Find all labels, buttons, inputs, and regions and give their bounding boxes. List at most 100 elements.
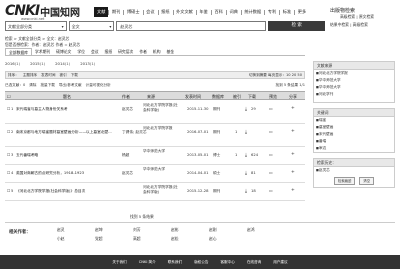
toolbar-action[interactable]: 已选文献：0 (5, 83, 25, 88)
download-icon[interactable]: ⤓ (245, 152, 247, 158)
row-author[interactable]: 丁健伟; 赵灵芯 (122, 130, 147, 135)
download-icon[interactable]: ⤓ (245, 170, 247, 176)
row-source[interactable]: 河北北方学院学报(社会科学版) (143, 103, 181, 112)
col-date[interactable]: 发表时间 (185, 92, 201, 101)
col-check[interactable]: ☐ (7, 92, 11, 101)
keyword-item[interactable]: ■ 宋代壁画 (314, 131, 394, 138)
year-filter-item[interactable]: 2014(1) (55, 61, 70, 66)
row-title-link[interactable]: 英国对商朝古的点研究分析，1918-1923 (16, 171, 84, 176)
sort-option[interactable]: 被引 (60, 73, 67, 78)
footer-link[interactable]: CNKI 简介 (139, 260, 156, 265)
share-icon[interactable]: + (291, 152, 295, 157)
nav-item[interactable]: 会议 (143, 7, 157, 17)
row-title-link[interactable]: 《河北北方学院学报(社会科学版)》总目次 (16, 189, 85, 194)
col-download[interactable]: 下载 (248, 92, 256, 101)
col-author[interactable]: 作者 (122, 92, 130, 101)
row-author[interactable]: 赵灵芯 (122, 107, 133, 112)
row-title-link[interactable]: 南宋京都与地方瑞雀题材墓室壁画分析——以上墓室北壁... (16, 130, 112, 135)
source-item[interactable]: ■ 华中师范大学 (314, 77, 394, 84)
nav-item[interactable]: 统计数据 (241, 7, 264, 17)
row-checkbox[interactable]: ☐ (7, 189, 10, 193)
history-button[interactable]: 检索痕迹 (333, 177, 356, 185)
toolbar-action[interactable]: 清除 (29, 83, 36, 88)
related-author[interactable]: 赵彬 (171, 227, 179, 233)
row-checkbox[interactable]: ☐ (7, 107, 10, 111)
footer-link[interactable]: 关于我们 (112, 260, 126, 265)
table-row[interactable]: ☐ 5 《河北北方学院学报(社会科学版)》总目次 河北北方学院学报(社会科学版) 201… (5, 183, 305, 201)
footer-link[interactable]: 版权公告 (194, 260, 208, 265)
related-author[interactable]: 刘芳 (133, 227, 141, 233)
db-tab[interactable]: 研究层次 (115, 48, 136, 55)
table-row[interactable]: ☐ 1 宋代瑞雀与墓主人物身份关系考 赵灵芯 河北北方学院学报(社会科学版) 2015-1… (5, 101, 305, 124)
keyword-item[interactable]: ■ 瑞雀 (314, 117, 394, 124)
advanced-links[interactable]: 结果中检索 | 高级检索 (330, 22, 368, 28)
col-read[interactable]: 预览 (269, 92, 277, 101)
db-tab[interactable]: 学位 (74, 48, 88, 55)
row-source[interactable]: 华中师范大学 (143, 149, 181, 154)
db-tab[interactable]: 全部数据库 (5, 48, 32, 55)
related-author[interactable]: 赵刚 (209, 227, 217, 233)
year-filter-item[interactable]: 2015(1) (30, 61, 45, 66)
share-icon[interactable]: + (291, 188, 295, 193)
nav-item[interactable]: 报纸 (158, 7, 172, 17)
col-title[interactable]: 题名 (63, 92, 71, 101)
source-item[interactable]: ■ 河北学刊 (314, 91, 394, 98)
view-options[interactable]: 切换到摘要 每页显示：10 20 50 (249, 72, 302, 79)
keyword-item[interactable]: ■ 审边 (314, 145, 394, 152)
read-icon[interactable]: ▭ (269, 153, 272, 157)
table-row[interactable]: ☐ 2 南宋京都与地方瑞雀题材墓室壁画分析——以上墓室北壁... 丁健伟; 赵灵芯 河北… (5, 124, 305, 147)
toolbar-action[interactable]: 批量下载 (40, 83, 54, 88)
db-tab[interactable]: 学术期刊 (32, 48, 53, 55)
nav-item[interactable]: 专利 (265, 7, 279, 17)
related-author[interactable]: 赵鸿 (247, 227, 255, 233)
col-cite[interactable]: 被引 (233, 92, 241, 101)
download-icon[interactable]: ⤓ (245, 129, 247, 135)
share-icon[interactable]: + (291, 170, 295, 175)
row-checkbox[interactable]: ☐ (7, 130, 10, 134)
org-links[interactable]: 高级检索 | 原文检索 (340, 14, 374, 20)
keyword-item[interactable]: ■ 番瑞 (314, 138, 394, 145)
related-author[interactable]: 小赵 (57, 236, 65, 242)
search-button[interactable]: 检 索 (268, 21, 325, 31)
share-icon[interactable]: + (291, 106, 295, 111)
footer-link[interactable]: 客服中心 (220, 260, 234, 265)
read-icon[interactable]: ▭ (269, 107, 272, 111)
cnki-logo[interactable]: CNKI 中国知网 www.cnki.net (5, 3, 80, 21)
row-author[interactable]: 赵灵芯 (122, 171, 133, 176)
db-tab[interactable]: 硕博论文 (53, 48, 74, 55)
col-source[interactable]: 来源 (147, 92, 155, 101)
row-checkbox[interactable]: ☐ (7, 171, 10, 175)
scope-select[interactable]: 文献全部分类 ▾ (5, 21, 67, 31)
db-tab[interactable]: 作者 (136, 48, 150, 55)
col-db[interactable]: 数据库 (212, 92, 224, 101)
row-cited-count[interactable]: 1 (235, 130, 237, 134)
row-source[interactable]: 河北北方学院学报(社会科学版) (143, 185, 181, 194)
row-checkbox[interactable]: ☐ (7, 153, 10, 157)
nav-item[interactable]: 外文文献 (173, 7, 196, 17)
db-tab[interactable]: 会议 (88, 48, 102, 55)
related-author[interactable]: 赵坤 (95, 227, 103, 233)
nav-item[interactable]: 年鉴 (196, 7, 210, 17)
nav-item[interactable]: 文献 (94, 7, 109, 17)
col-share[interactable]: 分享 (289, 92, 297, 101)
history-button[interactable]: 清空 (359, 177, 375, 185)
sort-option[interactable]: 发表时间 (41, 73, 55, 78)
footer-link[interactable]: 在线咨询 (247, 260, 261, 265)
nav-item[interactable]: 更多 (295, 7, 309, 17)
row-source[interactable]: 华中师范大学 (143, 167, 181, 172)
toolbar-action[interactable]: 计量可视化分析 (86, 83, 111, 88)
related-author[interactable]: 高超 (133, 236, 141, 242)
share-icon[interactable]: + (291, 129, 295, 134)
related-author[interactable]: 赵灵 (57, 227, 65, 233)
read-icon[interactable]: ▭ (269, 189, 272, 193)
nav-item[interactable]: 标准 (280, 7, 294, 17)
source-item[interactable]: ■ 河北北方学院学报 (314, 70, 394, 77)
db-tab[interactable]: 报纸 (102, 48, 116, 55)
sort-option[interactable]: 下载 (71, 73, 78, 78)
related-author[interactable]: 赵心 (209, 236, 217, 242)
nav-item[interactable]: 词典 (226, 7, 240, 17)
read-icon[interactable]: ▭ (269, 171, 272, 175)
db-tab[interactable]: 基金 (164, 48, 178, 55)
sort-option[interactable]: 主题排序 (23, 73, 37, 78)
row-source[interactable]: 河北北方学院学报 (143, 126, 181, 131)
